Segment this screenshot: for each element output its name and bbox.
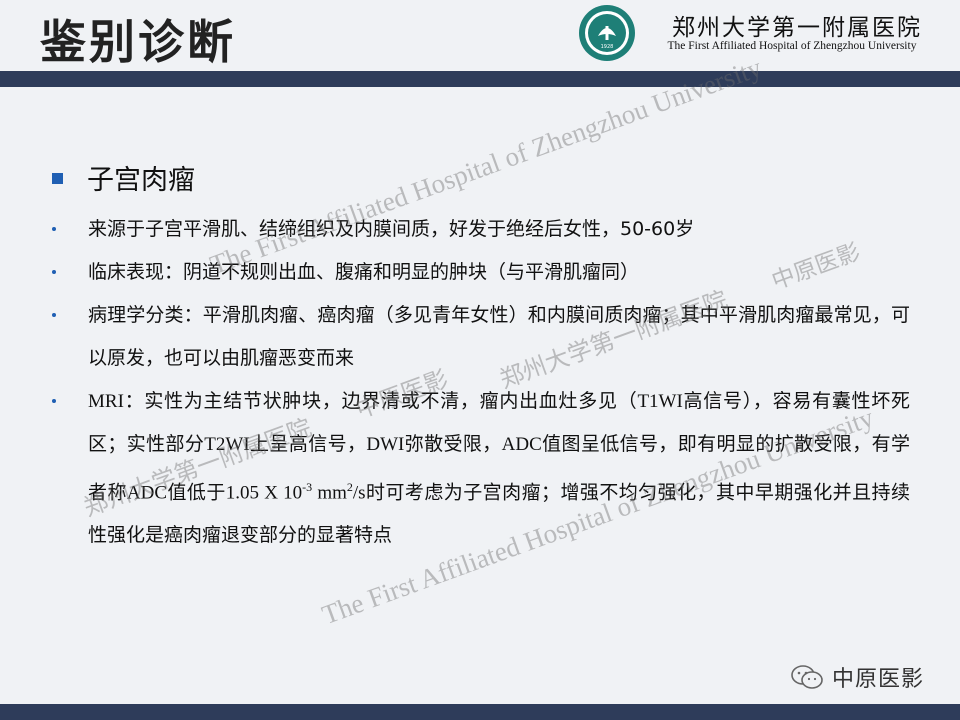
- footer-brand: 中原医影: [790, 662, 924, 692]
- mri-text-part: MRI: [88, 391, 124, 412]
- header-bar: [0, 71, 960, 87]
- wechat-icon: [791, 665, 823, 689]
- section-heading-text: 子宫肉瘤: [87, 165, 195, 196]
- list-item-text: 临床表现：阴道不规则出血、腹痛和明显的肿块（与平滑肌瘤同）: [88, 261, 640, 283]
- list-item-text: 病理学分类：平滑肌肉瘤、癌肉瘤（多见青年女性）和内膜间质肉瘤；其中平滑肌肉瘤最常…: [88, 304, 910, 369]
- mri-text-sup: -3: [302, 480, 313, 494]
- section-heading: 子宫肉瘤: [52, 158, 195, 197]
- square-bullet-icon: [52, 173, 63, 184]
- footer-bar: [0, 704, 960, 720]
- mri-text-part: 1.05 X 10: [225, 482, 303, 504]
- hospital-logo: 1928: [579, 5, 635, 61]
- list-item: 病理学分类：平滑肌肉瘤、癌肉瘤（多见青年女性）和内膜间质肉瘤；其中平滑肌肉瘤最常…: [50, 294, 910, 380]
- list-item: 临床表现：阴道不规则出血、腹痛和明显的肿块（与平滑肌瘤同）: [50, 251, 910, 294]
- mri-text-part: ：实性为主结节状肿块，边界清或不清，瘤内出血灶多见（: [123, 390, 638, 412]
- bullet-list: 来源于子宫平滑肌、结缔组织及内膜间质，好发于绝经后女性，50-60岁 临床表现：…: [50, 208, 910, 557]
- list-item: 来源于子宫平滑肌、结缔组织及内膜间质，好发于绝经后女性，50-60岁: [50, 208, 910, 251]
- mri-text-part: mm: [312, 482, 347, 504]
- mri-text-part: ADC: [501, 434, 542, 455]
- page-title: 鉴别诊断: [40, 15, 236, 69]
- dot-bullet-icon: [52, 399, 56, 403]
- hospital-name-en: The First Affiliated Hospital of Zhengzh…: [667, 40, 917, 52]
- mri-text-part: DWI: [366, 434, 405, 455]
- mri-text-part: 值低于: [167, 481, 226, 504]
- mri-text-part: /s: [352, 482, 366, 504]
- mri-text-part: T1WI: [637, 391, 683, 412]
- footer-brand-text: 中原医影: [832, 667, 925, 692]
- mri-text-part: ADC: [126, 482, 168, 504]
- dot-bullet-icon: [52, 270, 56, 274]
- hospital-name-cn: 郑州大学第一附属医院: [672, 15, 922, 41]
- mri-text-part: T2WI: [204, 434, 250, 455]
- mri-text-part: 上呈高信号，: [249, 433, 367, 455]
- dot-bullet-icon: [52, 313, 56, 317]
- mri-text-part: 弥散受限，: [404, 433, 502, 455]
- list-item-mri: MRI：实性为主结节状肿块，边界清或不清，瘤内出血灶多见（T1WI高信号），容易…: [50, 380, 910, 557]
- logo-year: 1928: [601, 44, 614, 50]
- list-item-text: 来源于子宫平滑肌、结缔组织及内膜间质，好发于绝经后女性，50-60岁: [88, 218, 695, 240]
- dot-bullet-icon: [52, 227, 56, 231]
